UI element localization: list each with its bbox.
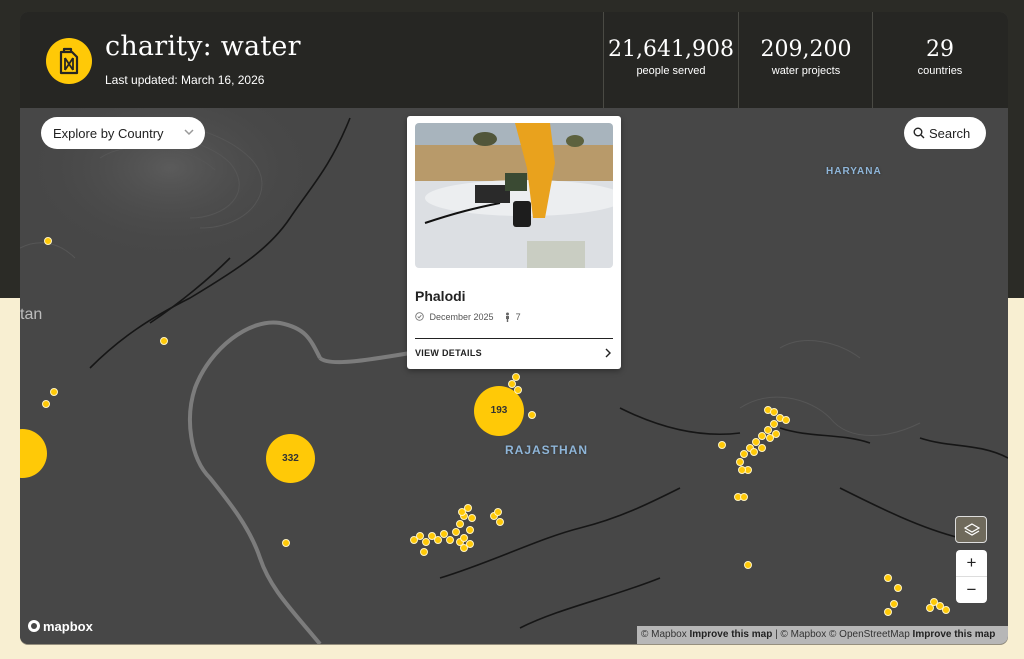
- project-marker[interactable]: [468, 514, 476, 522]
- project-marker[interactable]: [890, 600, 898, 608]
- improve-map-link[interactable]: Improve this map: [913, 629, 996, 640]
- layers-icon: [964, 523, 980, 536]
- popup-divider: [415, 338, 613, 339]
- project-marker[interactable]: [512, 373, 520, 381]
- project-marker[interactable]: [744, 561, 752, 569]
- stat-countries: 29 countries: [872, 12, 1007, 108]
- region-label: RAJASTHAN: [505, 443, 589, 457]
- project-marker[interactable]: [884, 574, 892, 582]
- brand-title: charity: water: [105, 31, 301, 62]
- region-label: HARYANA: [826, 166, 882, 177]
- explore-by-country-dropdown[interactable]: Explore by Country: [41, 117, 205, 149]
- map-widget: charity: water Last updated: March 16, 2…: [20, 12, 1008, 644]
- map-layers-button[interactable]: [955, 516, 987, 543]
- project-marker[interactable]: [282, 539, 290, 547]
- explore-label: Explore by Country: [53, 126, 164, 141]
- person-icon: [506, 312, 510, 322]
- search-label: Search: [929, 126, 971, 141]
- project-marker[interactable]: [738, 466, 746, 474]
- project-marker[interactable]: [496, 518, 504, 526]
- popup-title: Phalodi: [415, 288, 466, 304]
- project-marker[interactable]: [446, 536, 454, 544]
- project-marker[interactable]: [750, 448, 758, 456]
- zoom-out-button[interactable]: −: [956, 577, 987, 603]
- improve-map-link[interactable]: Improve this map: [690, 629, 773, 640]
- project-marker[interactable]: [456, 520, 464, 528]
- popup-count: 7: [515, 311, 521, 322]
- project-marker[interactable]: [782, 416, 790, 424]
- popup-date: December 2025: [429, 311, 494, 322]
- search-icon: [913, 127, 925, 139]
- project-marker[interactable]: [772, 430, 780, 438]
- project-marker[interactable]: [452, 528, 460, 536]
- project-marker[interactable]: [466, 540, 474, 548]
- stat-label: people served: [636, 65, 706, 77]
- mapbox-logo-text: mapbox: [43, 619, 93, 634]
- stat-water-projects: 209,200 water projects: [738, 12, 873, 108]
- project-marker[interactable]: [420, 548, 428, 556]
- view-details-link[interactable]: VIEW DETAILS: [415, 348, 482, 358]
- project-marker[interactable]: [42, 400, 50, 408]
- project-marker[interactable]: [942, 606, 950, 614]
- mapbox-logo[interactable]: mapbox: [28, 619, 93, 634]
- project-popup: Phalodi December 2025 7 VIEW DETAILS: [407, 116, 621, 369]
- project-marker[interactable]: [884, 608, 892, 616]
- popup-meta: December 2025 7: [415, 311, 521, 322]
- stat-people-served: 21,641,908 people served: [603, 12, 738, 108]
- project-marker[interactable]: [740, 493, 748, 501]
- project-marker[interactable]: [494, 508, 502, 516]
- mapbox-logo-icon: [28, 620, 40, 632]
- stat-label: water projects: [771, 65, 841, 77]
- attribution-separator: |: [775, 629, 778, 640]
- project-marker[interactable]: [758, 444, 766, 452]
- stat-label: countries: [917, 65, 963, 77]
- project-marker[interactable]: [718, 441, 726, 449]
- map-place-label: tan: [20, 306, 43, 323]
- zoom-control: + −: [956, 550, 987, 603]
- attribution-osm[interactable]: © OpenStreetMap: [829, 629, 910, 640]
- project-marker[interactable]: [770, 408, 778, 416]
- last-updated: Last updated: March 16, 2026: [105, 73, 265, 87]
- map-attribution: © Mapbox Improve this map | © Mapbox © O…: [637, 626, 1008, 644]
- jerrycan-icon: [46, 38, 92, 84]
- project-marker[interactable]: [458, 508, 466, 516]
- project-marker[interactable]: [514, 386, 522, 394]
- project-marker[interactable]: [160, 337, 168, 345]
- project-marker[interactable]: [894, 584, 902, 592]
- header-bar: charity: water Last updated: March 16, 2…: [20, 12, 1008, 109]
- chevron-down-icon: [184, 129, 194, 136]
- stat-number: 209,200: [760, 37, 852, 62]
- zoom-in-button[interactable]: +: [956, 550, 987, 577]
- project-marker[interactable]: [736, 458, 744, 466]
- project-marker[interactable]: [528, 411, 536, 419]
- stat-number: 29: [926, 37, 954, 62]
- project-marker[interactable]: [926, 604, 934, 612]
- project-marker[interactable]: [466, 526, 474, 534]
- project-cluster[interactable]: 332: [266, 434, 315, 483]
- check-circle-icon: [415, 312, 424, 321]
- project-marker[interactable]: [44, 237, 52, 245]
- attribution-mapbox[interactable]: © Mapbox: [781, 629, 827, 640]
- chevron-right-icon[interactable]: [605, 348, 611, 358]
- search-button[interactable]: Search: [904, 117, 986, 149]
- attribution-mapbox[interactable]: © Mapbox: [641, 629, 687, 640]
- project-marker[interactable]: [50, 388, 58, 396]
- project-photo: [415, 123, 613, 268]
- map-canvas[interactable]: HARYANA RAJASTHAN tan 193 332 15: [20, 108, 1008, 644]
- project-marker[interactable]: [460, 534, 468, 542]
- stat-number: 21,641,908: [608, 37, 734, 62]
